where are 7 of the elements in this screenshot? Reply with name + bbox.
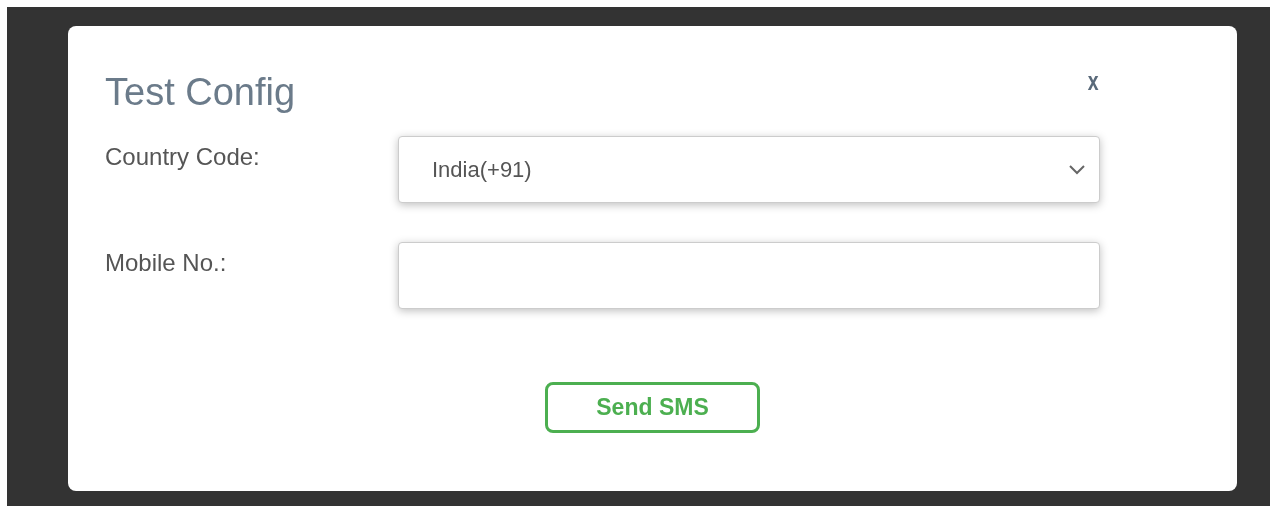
close-button[interactable]: x	[1087, 68, 1099, 94]
field-label: Mobile No.:	[105, 248, 228, 278]
country-code-dropdown[interactable]: India(+91)	[398, 136, 1100, 203]
mobile-number-field[interactable]	[398, 242, 1100, 309]
dialog-title: Test Config	[105, 70, 296, 115]
field-label: Country Code:	[105, 142, 261, 172]
chevron-down-icon	[1069, 164, 1085, 175]
